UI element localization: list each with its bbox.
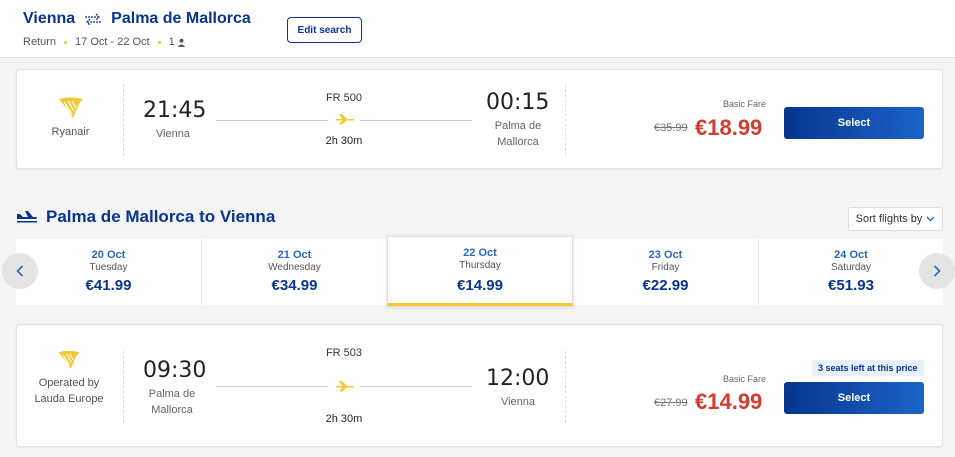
return-section-title: Palma de Mallorca to Vienna	[16, 207, 275, 227]
arrival-city: Vienna	[500, 396, 536, 408]
airline-block: Ryanair	[17, 96, 124, 140]
trip-type: Return	[23, 36, 57, 48]
date-label: 21 Oct	[277, 249, 312, 261]
date-price: €41.99	[85, 277, 132, 294]
outbound-flight-card: Ryanair 21:45 Vienna FR 500 2h 30m 00:15…	[16, 69, 943, 169]
airline-block: Operated by Lauda Europe	[17, 349, 121, 407]
sort-label: Sort flights by	[855, 213, 923, 225]
date-label: 20 Oct	[91, 249, 126, 261]
date-label: 23 Oct	[648, 249, 683, 261]
arrival-city: Palma de Mallorca	[494, 120, 542, 148]
route-line	[360, 120, 472, 121]
trip-dates: 17 Oct - 22 Oct	[75, 36, 150, 48]
weekday-label: Saturday	[830, 262, 872, 273]
date-option[interactable]: 20 Oct Tuesday €41.99	[16, 239, 202, 305]
date-option[interactable]: 23 Oct Friday €22.99	[573, 239, 759, 305]
original-price: €27.99	[654, 397, 688, 409]
flight-duration: 2h 30m	[325, 135, 363, 147]
passenger-count: 1	[169, 36, 186, 48]
date-option[interactable]: 24 Oct Saturday €51.93	[759, 239, 943, 305]
date-price: €34.99	[271, 277, 318, 294]
weekday-label: Friday	[651, 262, 680, 273]
flight-number: FR 500	[325, 92, 363, 104]
divider	[123, 84, 124, 156]
ryanair-harp-icon	[58, 350, 80, 369]
departure-city: Palma de Mallorca	[148, 388, 196, 416]
plane-icon	[336, 114, 354, 125]
plane-icon	[336, 381, 354, 392]
weekday-label: Wednesday	[268, 262, 321, 273]
return-flight-card: Operated by Lauda Europe 09:30 Palma de …	[16, 324, 943, 447]
origin-city: Vienna	[23, 10, 76, 27]
departure-time: 21:45	[143, 98, 207, 123]
divider	[565, 351, 566, 423]
edit-search-button[interactable]: Edit search	[287, 17, 362, 43]
route-line	[360, 386, 472, 387]
arrival-time: 00:15	[486, 90, 550, 115]
return-arrows-icon	[83, 13, 103, 25]
airline-name: Ryanair	[51, 126, 90, 138]
departure-time: 09:30	[143, 358, 207, 383]
date-selector: 20 Oct Tuesday €41.99 21 Oct Wednesday €…	[16, 236, 943, 306]
select-outbound-button[interactable]: Select	[784, 107, 924, 139]
weekday-label: Tuesday	[89, 262, 128, 273]
separator-dot	[157, 40, 161, 44]
chevron-left-icon	[16, 265, 24, 277]
route-line	[216, 120, 328, 121]
destination-city: Palma de Mallorca	[111, 10, 251, 27]
departure-city: Vienna	[155, 128, 191, 140]
return-route-title: Palma de Mallorca to Vienna	[46, 207, 276, 226]
divider	[123, 351, 124, 423]
chevron-down-icon	[926, 216, 935, 222]
date-option-selected[interactable]: 22 Oct Thursday €14.99	[387, 236, 573, 306]
date-option[interactable]: 21 Oct Wednesday €34.99	[202, 239, 388, 305]
sort-flights-dropdown[interactable]: Sort flights by	[848, 207, 943, 231]
trip-meta: Return 17 Oct - 22 Oct 1	[23, 36, 186, 48]
separator-dot	[64, 40, 68, 44]
person-icon	[177, 38, 185, 47]
date-price: €14.99	[457, 277, 503, 294]
date-price: €22.99	[642, 277, 689, 294]
next-dates-button[interactable]	[919, 253, 955, 289]
arrival-time: 12:00	[486, 366, 550, 391]
flight-duration: 2h 30m	[325, 413, 363, 425]
search-summary-header: Vienna Palma de Mallorca Return 17 Oct -…	[0, 0, 955, 58]
current-price: €14.99	[695, 389, 763, 414]
fare-type-label: Basic Fare	[722, 374, 766, 384]
chevron-right-icon	[933, 265, 941, 277]
flight-number: FR 503	[325, 347, 363, 359]
operator-name: Operated by Lauda Europe	[34, 377, 104, 405]
ryanair-harp-icon	[58, 97, 83, 118]
date-label: 22 Oct	[463, 247, 497, 259]
passenger-number: 1	[168, 36, 175, 48]
seats-left-badge: 3 seats left at this price	[812, 360, 924, 376]
original-price: €35.99	[654, 122, 688, 134]
divider	[565, 84, 566, 156]
plane-landing-icon	[17, 211, 37, 223]
previous-dates-button[interactable]	[2, 253, 38, 289]
route-line	[216, 386, 328, 387]
weekday-label: Thursday	[459, 260, 501, 271]
date-label: 24 Oct	[834, 249, 868, 261]
fare-type-label: Basic Fare	[722, 99, 766, 109]
route-title: Vienna Palma de Mallorca	[23, 10, 251, 28]
select-return-button[interactable]: Select	[784, 382, 924, 414]
current-price: €18.99	[695, 115, 763, 140]
date-price: €51.93	[828, 277, 874, 294]
